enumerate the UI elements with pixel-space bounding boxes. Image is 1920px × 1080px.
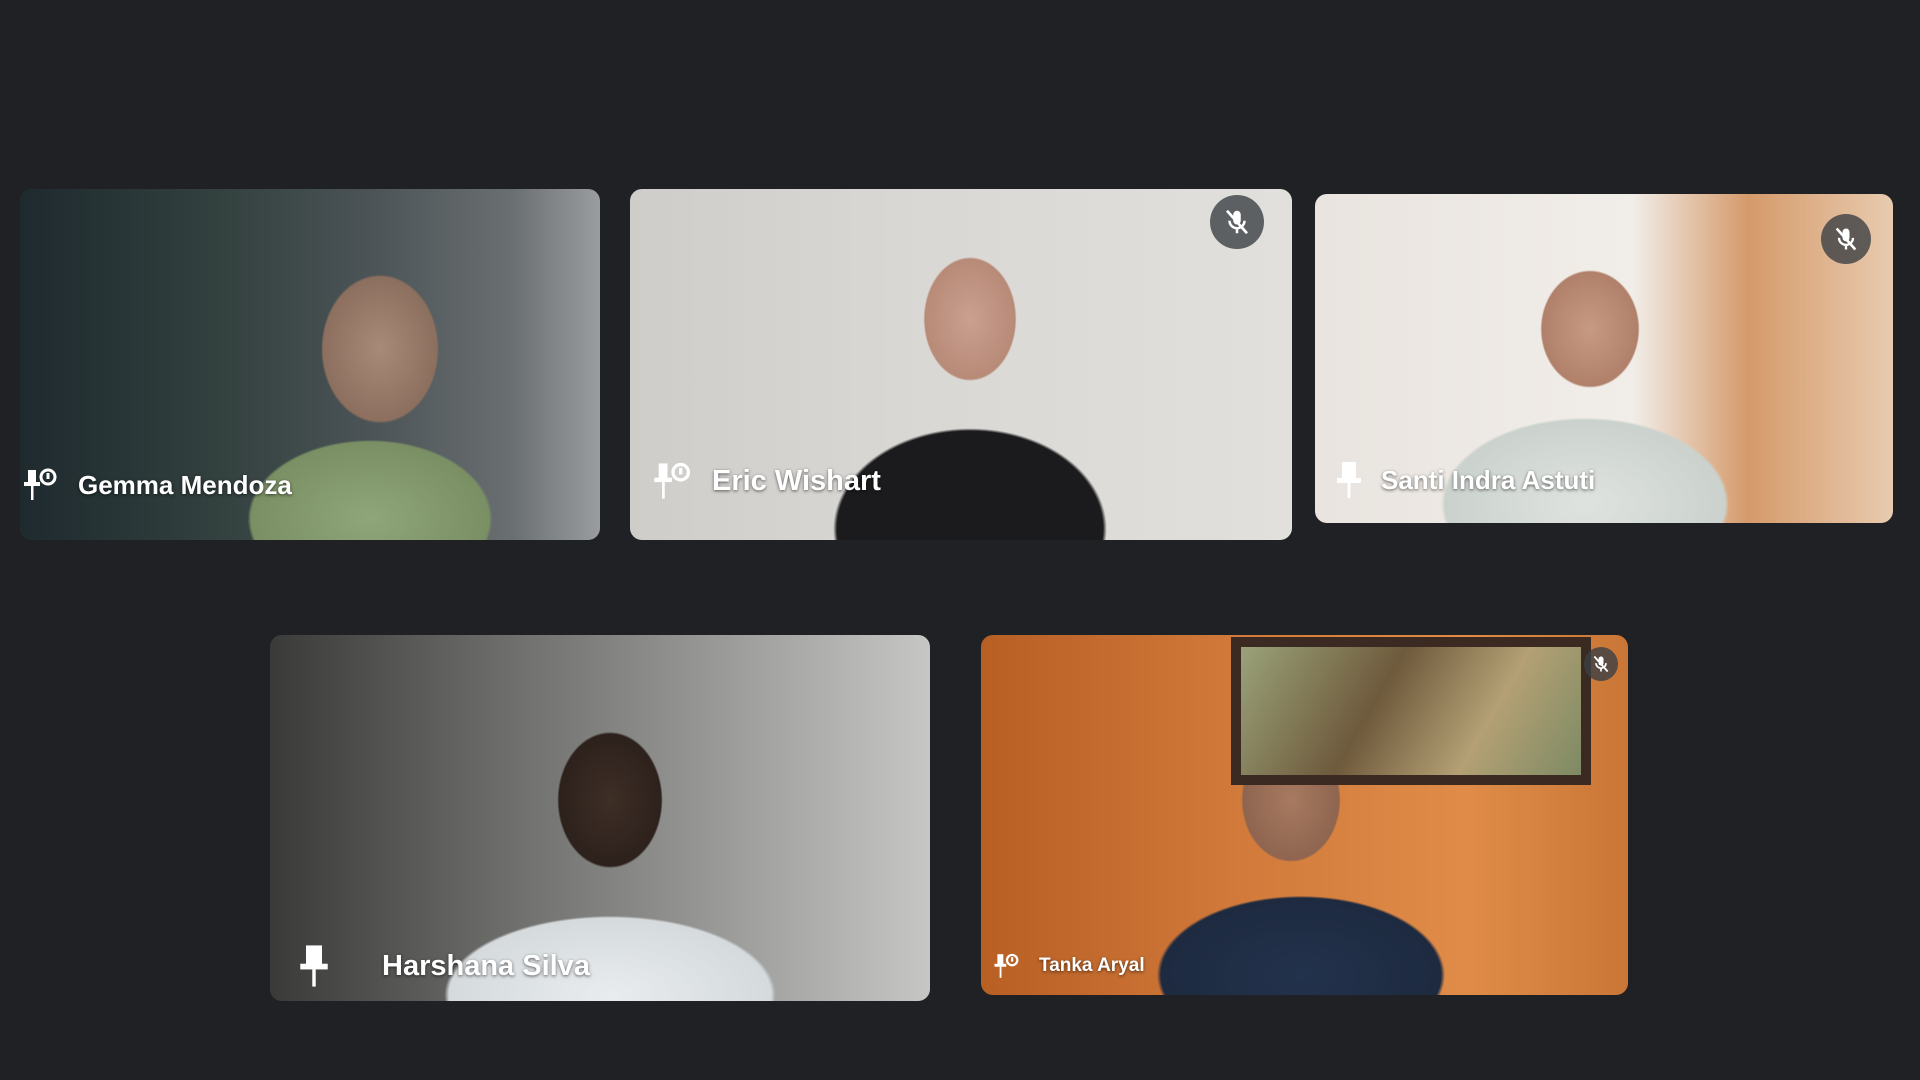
pin-person-icon[interactable] bbox=[993, 951, 1021, 981]
pin-person-icon[interactable] bbox=[652, 459, 694, 503]
participant-name: Santi Indra Astuti bbox=[1381, 464, 1596, 495]
participant-tile-tanka-aryal[interactable]: Tanka Aryal bbox=[981, 635, 1628, 995]
participant-name: Eric Wishart bbox=[712, 464, 881, 497]
participant-name-row: Eric Wishart bbox=[652, 459, 881, 503]
mic-off-icon bbox=[1584, 647, 1618, 681]
mic-off-icon bbox=[1821, 214, 1871, 264]
participant-name: Gemma Mendoza bbox=[78, 469, 292, 500]
pin-icon[interactable] bbox=[298, 943, 330, 989]
participant-tile-harshana-silva[interactable]: Harshana Silva bbox=[270, 635, 930, 1001]
participant-tile-santi-indra-astuti[interactable]: Santi Indra Astuti bbox=[1315, 194, 1893, 523]
participant-tile-eric-wishart[interactable]: Eric Wishart bbox=[630, 189, 1292, 540]
video-feed bbox=[981, 635, 1628, 995]
meeting-stage: Gemma Mendoza Eric Wishart Santi Indra A… bbox=[0, 0, 1920, 1080]
participant-name-row: Santi Indra Astuti bbox=[1335, 460, 1595, 500]
mic-off-icon bbox=[1210, 195, 1264, 249]
pin-icon[interactable] bbox=[1335, 460, 1363, 500]
participant-name-row: Tanka Aryal bbox=[993, 951, 1145, 981]
participant-name: Tanka Aryal bbox=[1039, 955, 1145, 976]
participant-tile-gemma-mendoza[interactable]: Gemma Mendoza bbox=[20, 189, 600, 540]
wall-painting bbox=[1231, 637, 1591, 785]
participant-name: Harshana Silva bbox=[382, 949, 590, 982]
participant-name-row: Harshana Silva bbox=[298, 943, 590, 989]
pin-person-icon[interactable] bbox=[22, 466, 60, 504]
participant-name-row: Gemma Mendoza bbox=[22, 466, 292, 504]
